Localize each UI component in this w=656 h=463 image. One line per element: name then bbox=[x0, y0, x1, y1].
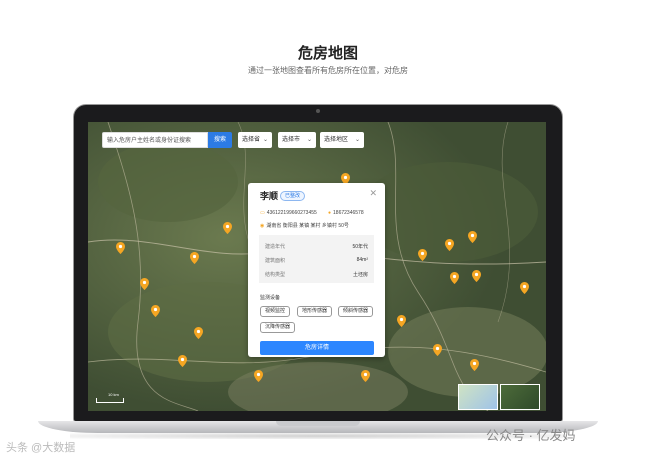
map-pin-icon[interactable] bbox=[140, 278, 149, 290]
province-select-label: 选择省 bbox=[242, 137, 261, 143]
map-pin-icon[interactable] bbox=[190, 252, 199, 264]
device-tag[interactable]: 倾斜传感器 bbox=[338, 306, 374, 317]
info-row: 建造年代 50年代 bbox=[265, 243, 368, 250]
map-thumb-satellite[interactable] bbox=[500, 384, 540, 410]
map-pin-icon[interactable] bbox=[151, 305, 160, 317]
chevron-down-icon: ⌄ bbox=[262, 137, 268, 143]
map-pin-icon[interactable] bbox=[520, 282, 529, 294]
info-label: 建造年代 bbox=[265, 244, 286, 250]
province-select[interactable]: 选择省 ⌄ bbox=[238, 132, 272, 148]
laptop-screen: 输入危房户主姓名或身份证搜索 搜索 选择省 ⌄ 选择市 ⌄ 选择地区 ⌄ 李顺 … bbox=[88, 122, 546, 411]
house-info-popup: 李顺 已整改 ✕ ▭ 4361221996602734​55 ● 186723465… bbox=[248, 183, 385, 357]
info-value: 土坯房 bbox=[352, 272, 368, 278]
phone-number: 18672346578 bbox=[333, 210, 364, 216]
chevron-down-icon: ⌄ bbox=[306, 137, 312, 143]
map-pin-icon[interactable] bbox=[116, 242, 125, 254]
city-select-label: 选择市 bbox=[282, 137, 301, 143]
district-select[interactable]: 选择地区 ⌄ bbox=[320, 132, 364, 148]
status-badge: 已整改 bbox=[280, 191, 306, 201]
info-label: 建筑面积 bbox=[265, 258, 286, 264]
watermark-right: 公众号 · 亿发妈 bbox=[486, 428, 576, 443]
detail-button[interactable]: 危房详情 bbox=[260, 341, 374, 355]
map-pin-icon[interactable] bbox=[433, 344, 442, 356]
house-info-table: 建造年代 50年代 建筑面积 84m² 结构类型 土坯房 bbox=[259, 235, 374, 283]
search-input[interactable]: 输入危房户主姓名或身份证搜索 bbox=[102, 132, 208, 148]
device-tag[interactable]: 视频监控 bbox=[260, 306, 291, 317]
map-pin-icon[interactable] bbox=[223, 222, 232, 234]
address-row: ◉ 湖南省 衡阳县 某镇 某村 乡镇村 50号 bbox=[260, 222, 349, 229]
map-pin-icon[interactable] bbox=[472, 270, 481, 282]
phone-row: ● 18672346578 bbox=[328, 210, 364, 216]
id-number-row: ▭ 4361221996602734​55 bbox=[260, 210, 317, 216]
device-tag[interactable]: 地形传感器 bbox=[297, 306, 333, 317]
user-icon: ● bbox=[328, 210, 332, 216]
city-select[interactable]: 选择市 ⌄ bbox=[278, 132, 316, 148]
map-pin-icon[interactable] bbox=[194, 327, 203, 339]
id-number: 4361221996602734​55 bbox=[266, 210, 317, 216]
id-card-icon: ▭ bbox=[260, 210, 265, 216]
close-icon[interactable]: ✕ bbox=[369, 188, 377, 199]
map-pin-icon[interactable] bbox=[254, 370, 263, 382]
map-pin-icon[interactable] bbox=[470, 359, 479, 371]
chevron-down-icon: ⌄ bbox=[354, 137, 360, 143]
search-button[interactable]: 搜索 bbox=[208, 132, 232, 148]
map-pin-icon[interactable] bbox=[397, 315, 406, 327]
map-thumb-normal[interactable] bbox=[458, 384, 498, 410]
map-pin-icon[interactable] bbox=[361, 370, 370, 382]
info-label: 结构类型 bbox=[265, 272, 286, 278]
laptop-base-notch bbox=[276, 421, 360, 426]
info-row: 建筑面积 84m² bbox=[265, 257, 368, 264]
district-select-label: 选择地区 bbox=[324, 137, 349, 143]
map-pin-icon[interactable] bbox=[418, 249, 427, 261]
location-icon: ◉ bbox=[260, 223, 265, 229]
page-title: 危房地图 bbox=[297, 45, 358, 62]
map-pin-icon[interactable] bbox=[450, 272, 459, 284]
info-value: 50年代 bbox=[352, 244, 368, 250]
section-title: 监测设备 bbox=[260, 295, 281, 301]
map-pin-icon[interactable] bbox=[445, 239, 454, 251]
info-value: 84m² bbox=[356, 257, 368, 263]
address: 湖南省 衡阳县 某镇 某村 乡镇村 50号 bbox=[266, 223, 349, 229]
camera bbox=[316, 109, 320, 113]
device-tag[interactable]: 沉降传感器 bbox=[260, 322, 296, 333]
page-subtitle: 通过一张地图查看所有危房所在位置，对危房 bbox=[248, 66, 408, 75]
scale-label: 10 km bbox=[108, 392, 119, 397]
map-pin-icon[interactable] bbox=[468, 231, 477, 243]
map-pin-icon[interactable] bbox=[178, 355, 187, 367]
info-row: 结构类型 土坯房 bbox=[265, 271, 368, 278]
owner-name: 李顺 bbox=[260, 191, 279, 201]
watermark-left: 头条 @大数据 bbox=[6, 442, 76, 454]
scale-bar bbox=[96, 398, 124, 403]
